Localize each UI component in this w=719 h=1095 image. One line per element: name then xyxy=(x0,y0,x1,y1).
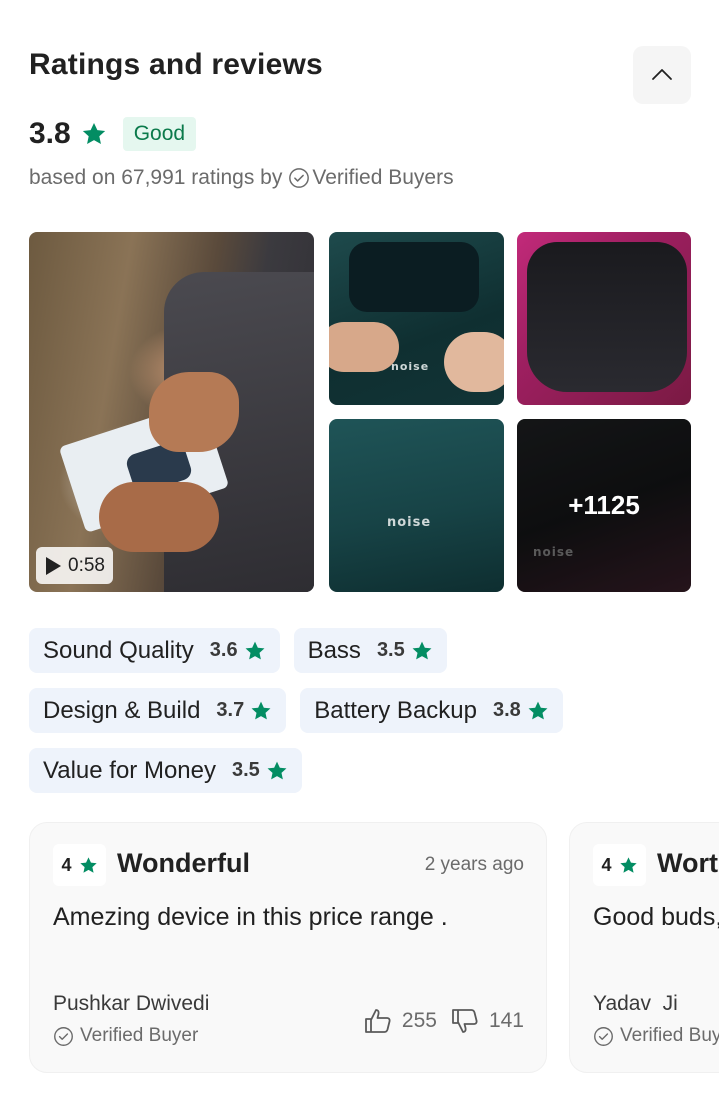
rating-quality-badge: Good xyxy=(122,117,197,151)
more-media-thumbnail[interactable]: noise +1125 xyxy=(517,419,691,592)
review-photo-thumbnail[interactable]: noise xyxy=(329,232,504,405)
video-duration: 0:58 xyxy=(68,554,105,576)
video-duration-chip: 0:58 xyxy=(36,547,113,584)
review-photo-thumbnail[interactable]: noise xyxy=(329,419,504,592)
product-logo: noise xyxy=(387,515,432,530)
overall-rating: 3.8 Good xyxy=(29,114,197,154)
ratings-count-line: based on 67,991 ratings by Verified Buye… xyxy=(29,166,454,190)
star-icon xyxy=(266,760,288,782)
more-media-overlay: +1125 xyxy=(517,419,691,592)
star-icon xyxy=(81,121,107,147)
review-author: Yadav Ji xyxy=(593,992,678,1015)
review-card[interactable]: 4 Wonderful 2 years ago Amezing device i… xyxy=(29,822,547,1073)
star-icon xyxy=(79,856,97,873)
star-icon xyxy=(244,640,266,662)
star-icon xyxy=(619,856,637,873)
aspect-chip-value-for-money[interactable]: Value for Money 3.5 xyxy=(29,748,302,793)
aspect-name: Value for Money xyxy=(43,756,216,784)
aspect-name: Battery Backup xyxy=(314,696,477,724)
product-logo: noise xyxy=(391,360,430,373)
aspect-name: Design & Build xyxy=(43,696,201,724)
review-media-gallery: 0:58 noise noise noise +1125 xyxy=(29,232,691,592)
verified-check-icon xyxy=(288,167,310,189)
aspect-rating: 3.5 xyxy=(231,759,260,781)
star-icon xyxy=(527,700,549,722)
dislike-count: 141 xyxy=(488,1009,524,1032)
verified-buyer-tag: Verified Buyer xyxy=(593,1025,719,1047)
more-media-count: +1125 xyxy=(568,490,640,520)
section-title: Ratings and reviews xyxy=(29,48,323,81)
review-title: Wonderful xyxy=(117,848,250,878)
aspect-chip-bass[interactable]: Bass 3.5 xyxy=(293,628,447,673)
review-rating: 4 xyxy=(601,854,612,875)
aspect-chip-battery-backup[interactable]: Battery Backup 3.8 xyxy=(300,688,563,733)
review-rating-pill: 4 xyxy=(53,844,106,886)
chevron-up-icon xyxy=(652,69,672,80)
thumbs-up-icon[interactable] xyxy=(364,1008,392,1034)
star-icon xyxy=(411,640,433,662)
aspect-ratings: Sound Quality 3.6 Bass 3.5 Design & Buil… xyxy=(29,628,691,808)
aspect-name: Sound Quality xyxy=(43,636,194,664)
review-photo-thumbnail[interactable] xyxy=(517,232,691,405)
aspect-rating: 3.8 xyxy=(492,699,521,721)
aspect-chip-design-build[interactable]: Design & Build 3.7 xyxy=(29,688,287,733)
review-time: 2 years ago xyxy=(424,854,524,875)
collapse-button[interactable] xyxy=(633,46,691,104)
verified-buyer-label: Verified Buyer xyxy=(620,1025,719,1046)
review-cards-carousel[interactable]: 4 Wonderful 2 years ago Amezing device i… xyxy=(29,822,719,1074)
verified-buyers-label: Verified Buyers xyxy=(312,166,454,189)
ratings-header: Ratings and reviews xyxy=(29,44,691,104)
verified-buyer-tag: Verified Buyer xyxy=(53,1025,198,1047)
review-author: Pushkar Dwivedi xyxy=(53,992,210,1015)
aspect-rating: 3.5 xyxy=(376,639,405,661)
aspect-chip-sound-quality[interactable]: Sound Quality 3.6 xyxy=(29,628,280,673)
verified-check-icon xyxy=(594,1026,613,1046)
aspect-rating: 3.6 xyxy=(209,639,238,661)
review-card[interactable]: 4 Worth the money Good buds, sound quali… xyxy=(569,822,719,1073)
aspect-name: Bass xyxy=(307,636,361,664)
like-count: 255 xyxy=(401,1009,437,1032)
ratings-count-text: based on 67,991 ratings by xyxy=(29,166,283,189)
thumbs-down-icon[interactable] xyxy=(451,1008,479,1034)
aspect-rating: 3.7 xyxy=(216,699,245,721)
verified-buyer-label: Verified Buyer xyxy=(80,1025,199,1046)
review-rating-pill: 4 xyxy=(593,844,646,886)
star-icon xyxy=(250,700,272,722)
review-text: Good buds, sound quality is awesome xyxy=(593,903,719,931)
review-text: Amezing device in this price range . xyxy=(53,903,448,931)
review-video-thumbnail[interactable]: 0:58 xyxy=(29,232,314,592)
overall-score: 3.8 xyxy=(29,117,71,150)
review-rating: 4 xyxy=(61,854,72,875)
play-icon xyxy=(46,556,61,575)
verified-check-icon xyxy=(54,1026,73,1046)
review-title: Worth the money xyxy=(657,848,719,878)
review-votes: 255 141 xyxy=(364,1008,524,1034)
